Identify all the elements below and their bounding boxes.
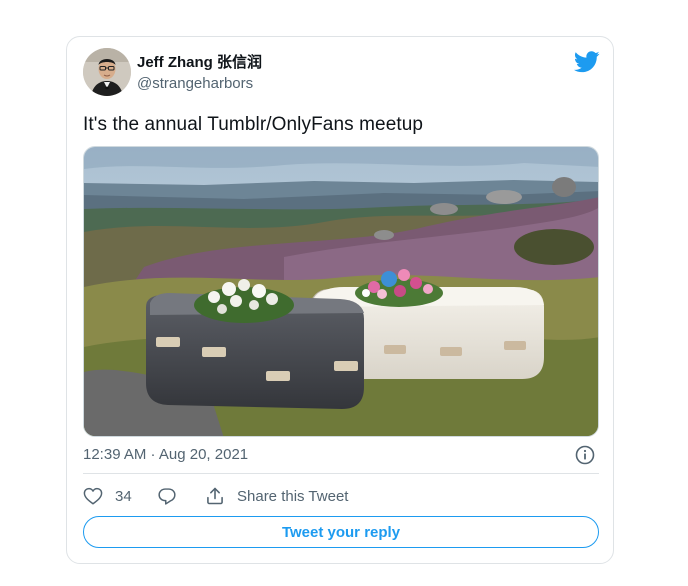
like-button[interactable]: 34 xyxy=(83,486,132,506)
share-icon xyxy=(207,487,223,505)
share-label: Share this Tweet xyxy=(237,487,349,505)
avatar[interactable] xyxy=(83,48,131,96)
author-display-name[interactable]: Jeff Zhang 张信润 xyxy=(137,54,262,72)
divider xyxy=(83,473,599,474)
info-icon[interactable] xyxy=(575,445,595,465)
twitter-bird-icon[interactable] xyxy=(574,51,600,73)
share-button[interactable]: Share this Tweet xyxy=(205,486,348,506)
tweet-photo[interactable] xyxy=(83,146,599,437)
reply-action-button[interactable] xyxy=(157,486,177,506)
tweet-timestamp[interactable]: 12:39 AM · Aug 20, 2021 xyxy=(83,446,248,464)
author-handle[interactable]: @strangeharbors xyxy=(137,75,253,93)
tweet-text: It's the annual Tumblr/OnlyFans meetup xyxy=(83,114,424,135)
like-count: 34 xyxy=(115,487,132,505)
tweet-card: Jeff Zhang 张信润 @strangeharbors It's the … xyxy=(66,36,614,564)
speech-bubble-icon xyxy=(158,487,176,505)
tweet-your-reply-button[interactable]: Tweet your reply xyxy=(83,516,599,548)
photo-coffins-on-moor xyxy=(84,147,598,436)
heart-icon xyxy=(83,487,103,505)
